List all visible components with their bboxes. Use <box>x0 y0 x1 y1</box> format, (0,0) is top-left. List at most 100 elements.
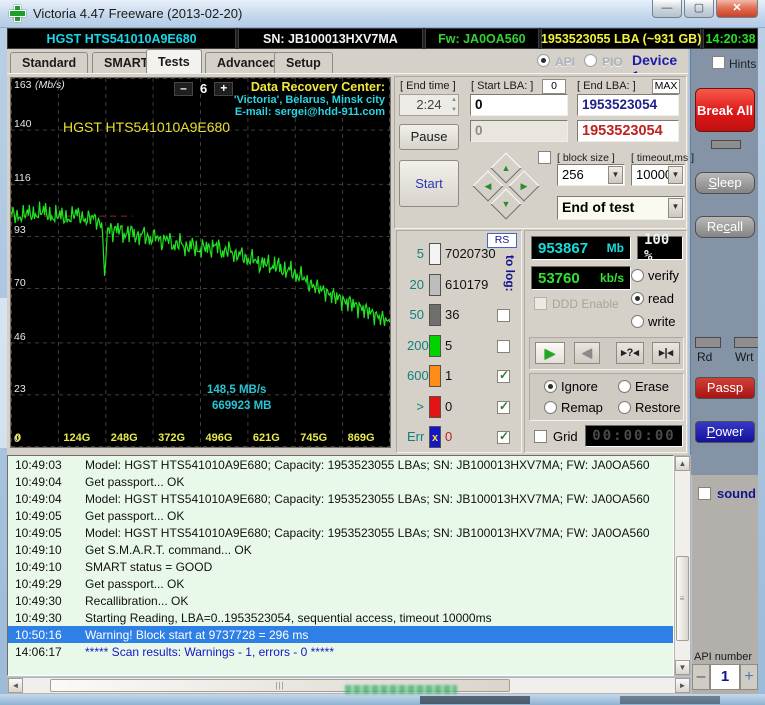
seek-up-icon[interactable]: ▲ <box>496 158 516 178</box>
legend-to-log-checkbox[interactable] <box>497 399 510 414</box>
play-button[interactable]: ▶ <box>535 342 565 364</box>
end-lba-input[interactable]: 1953523054 <box>577 94 679 116</box>
legend-row: 5 7020730 <box>407 243 523 269</box>
log-row[interactable]: 10:49:30 Starting Reading, LBA=0..1953523… <box>8 609 673 626</box>
log-row[interactable]: 14:06:17 ***** Scan results: Warnings - 1… <box>8 643 673 660</box>
legend-to-log-checkbox[interactable] <box>497 368 510 383</box>
close-button[interactable]: ✕ <box>716 0 758 18</box>
scroll-down-icon[interactable]: ▼ <box>675 660 690 675</box>
legend-count: 0 <box>445 398 453 414</box>
legend-to-log-checkbox[interactable] <box>497 309 510 322</box>
block-size-dropdown-icon[interactable]: ▼ <box>608 166 623 184</box>
verify-radio[interactable] <box>631 269 644 282</box>
zoom-in-button[interactable]: + <box>214 81 234 96</box>
break-all-button[interactable]: Break All <box>695 88 755 132</box>
loop-seek-checkbox[interactable] <box>538 151 551 164</box>
v-scroll-thumb[interactable]: ≡ <box>676 556 689 641</box>
legend-to-log-checkbox[interactable] <box>497 339 510 353</box>
scroll-right-icon[interactable]: ► <box>675 678 690 693</box>
legend-color-block <box>429 365 441 387</box>
end-lba-max-button[interactable]: MAX <box>652 79 680 94</box>
timeout-dropdown-icon[interactable]: ▼ <box>668 166 683 184</box>
start-lba-input[interactable]: 0 <box>470 94 568 116</box>
restore-radio[interactable] <box>618 401 631 414</box>
x-tick-label: 372G <box>158 432 186 444</box>
start-button[interactable]: Start <box>399 160 459 207</box>
y-tick-label: 70 <box>14 276 26 289</box>
drive-firmware: Fw: JA0OA560 <box>424 28 540 49</box>
minimize-button[interactable]: — <box>652 0 682 18</box>
log-row[interactable]: 10:49:05 Model: HGST HTS541010A9E680; Cap… <box>8 524 673 541</box>
log-time: 10:49:05 <box>15 508 62 523</box>
jump-question-button[interactable]: ▸?◂ <box>616 342 644 364</box>
log-row[interactable]: 10:49:04 Get passport... OK <box>8 473 673 490</box>
log-row[interactable]: 10:49:10 Get S.M.A.R.T. command... OK <box>8 541 673 558</box>
log-row[interactable]: 10:49:30 Recallibration... OK <box>8 592 673 609</box>
start-lba-zero-button[interactable]: 0 <box>542 79 566 94</box>
grid-checkbox[interactable] <box>534 430 547 443</box>
maximize-button[interactable]: ▢ <box>684 0 714 18</box>
log-row[interactable]: 10:49:03 Model: HGST HTS541010A9E680; Cap… <box>8 456 673 473</box>
spinner-arrows-icon[interactable]: ▲ ▼ <box>451 95 457 115</box>
banner-line-3: E-mail: sergei@hdd-911.com <box>234 106 385 118</box>
log-row[interactable]: 10:50:16 Warning! Block start at 9737728 … <box>8 626 673 643</box>
legend-row: 50 36 <box>407 304 523 330</box>
seek-right-icon[interactable]: ▶ <box>514 176 534 196</box>
end-action-select[interactable]: End of test ▼ <box>557 196 685 220</box>
legend-count: 610179 <box>445 276 489 292</box>
remaining-mb-unit: Mb <box>606 241 624 255</box>
end-action-dropdown-icon[interactable]: ▼ <box>668 198 683 218</box>
ddd-enable-checkbox[interactable] <box>534 297 547 310</box>
tab-tests[interactable]: Tests <box>146 49 202 73</box>
log-row[interactable]: 10:49:29 Get passport... OK <box>8 575 673 592</box>
power-button[interactable]: Power <box>695 421 755 443</box>
recall-button[interactable]: Recall <box>695 216 755 238</box>
log-vertical-scrollbar[interactable]: ▲ ≡ ▼ <box>674 455 691 676</box>
log-row[interactable]: 10:49:10 SMART status = GOOD <box>8 558 673 575</box>
tab-setup[interactable]: Setup <box>274 52 333 73</box>
transport-bar: ▶ ◀ ▸?◂ ▸|◂ <box>529 337 684 370</box>
seek-left-icon[interactable]: ◀ <box>478 176 498 196</box>
end-time-spinner[interactable]: 2:24 ▲ ▼ <box>399 94 459 116</box>
log-row[interactable]: 10:49:05 Get passport... OK <box>8 507 673 524</box>
api-radio[interactable] <box>537 54 550 67</box>
api-number-value[interactable]: 1 <box>710 664 740 690</box>
sound-label: sound <box>717 486 756 501</box>
sound-checkbox[interactable] <box>698 487 711 500</box>
watermark <box>345 685 457 694</box>
erase-radio[interactable] <box>618 380 631 393</box>
hints-checkbox[interactable] <box>712 56 725 69</box>
log-text: Warning! Block start at 9737728 = 296 ms <box>85 627 309 642</box>
head-seek-diamond[interactable]: ▲ ◀ ▶ ▼ <box>472 152 540 220</box>
y-tick-label: 23 <box>14 382 26 395</box>
ignore-radio[interactable] <box>544 380 557 393</box>
scroll-up-icon[interactable]: ▲ <box>675 456 690 471</box>
pause-button[interactable]: Pause <box>399 124 459 150</box>
pio-radio[interactable] <box>584 54 597 67</box>
scroll-left-icon[interactable]: ◄ <box>8 678 23 693</box>
api-number-increment[interactable]: + <box>740 664 758 690</box>
api-number-label: API number <box>694 651 753 663</box>
ignore-label: Ignore <box>561 379 598 394</box>
write-radio[interactable] <box>631 315 644 328</box>
legend-to-log-checkbox[interactable] <box>497 429 510 444</box>
timeout-select[interactable]: 10000 ▼ <box>631 164 685 186</box>
sleep-button[interactable]: Sleep <box>695 172 755 194</box>
tab-standard[interactable]: Standard <box>10 52 89 73</box>
jump-end-button[interactable]: ▸|◂ <box>652 342 680 364</box>
speed-graph: (Mb/s) – 6 + Data Recovery Center: 'Vict… <box>10 77 391 448</box>
read-radio[interactable] <box>631 292 644 305</box>
border-reflection <box>420 696 530 704</box>
log-pane: 10:49:03 Model: HGST HTS541010A9E680; Cap… <box>7 455 674 676</box>
log-row[interactable]: 10:49:04 Model: HGST HTS541010A9E680; Cap… <box>8 490 673 507</box>
write-led-label: Wrt <box>735 350 754 364</box>
passport-button[interactable]: Passp <box>695 377 755 399</box>
seek-down-icon[interactable]: ▼ <box>496 194 516 214</box>
remap-radio[interactable] <box>544 401 557 414</box>
api-number-decrement[interactable]: – <box>692 664 710 690</box>
zoom-out-button[interactable]: – <box>174 81 193 96</box>
y-axis-unit-label: (Mb/s) <box>35 79 65 91</box>
block-size-select[interactable]: 256 ▼ <box>557 164 625 186</box>
legend-row: Err x 0 <box>407 426 523 452</box>
step-back-button[interactable]: ◀ <box>574 342 600 364</box>
